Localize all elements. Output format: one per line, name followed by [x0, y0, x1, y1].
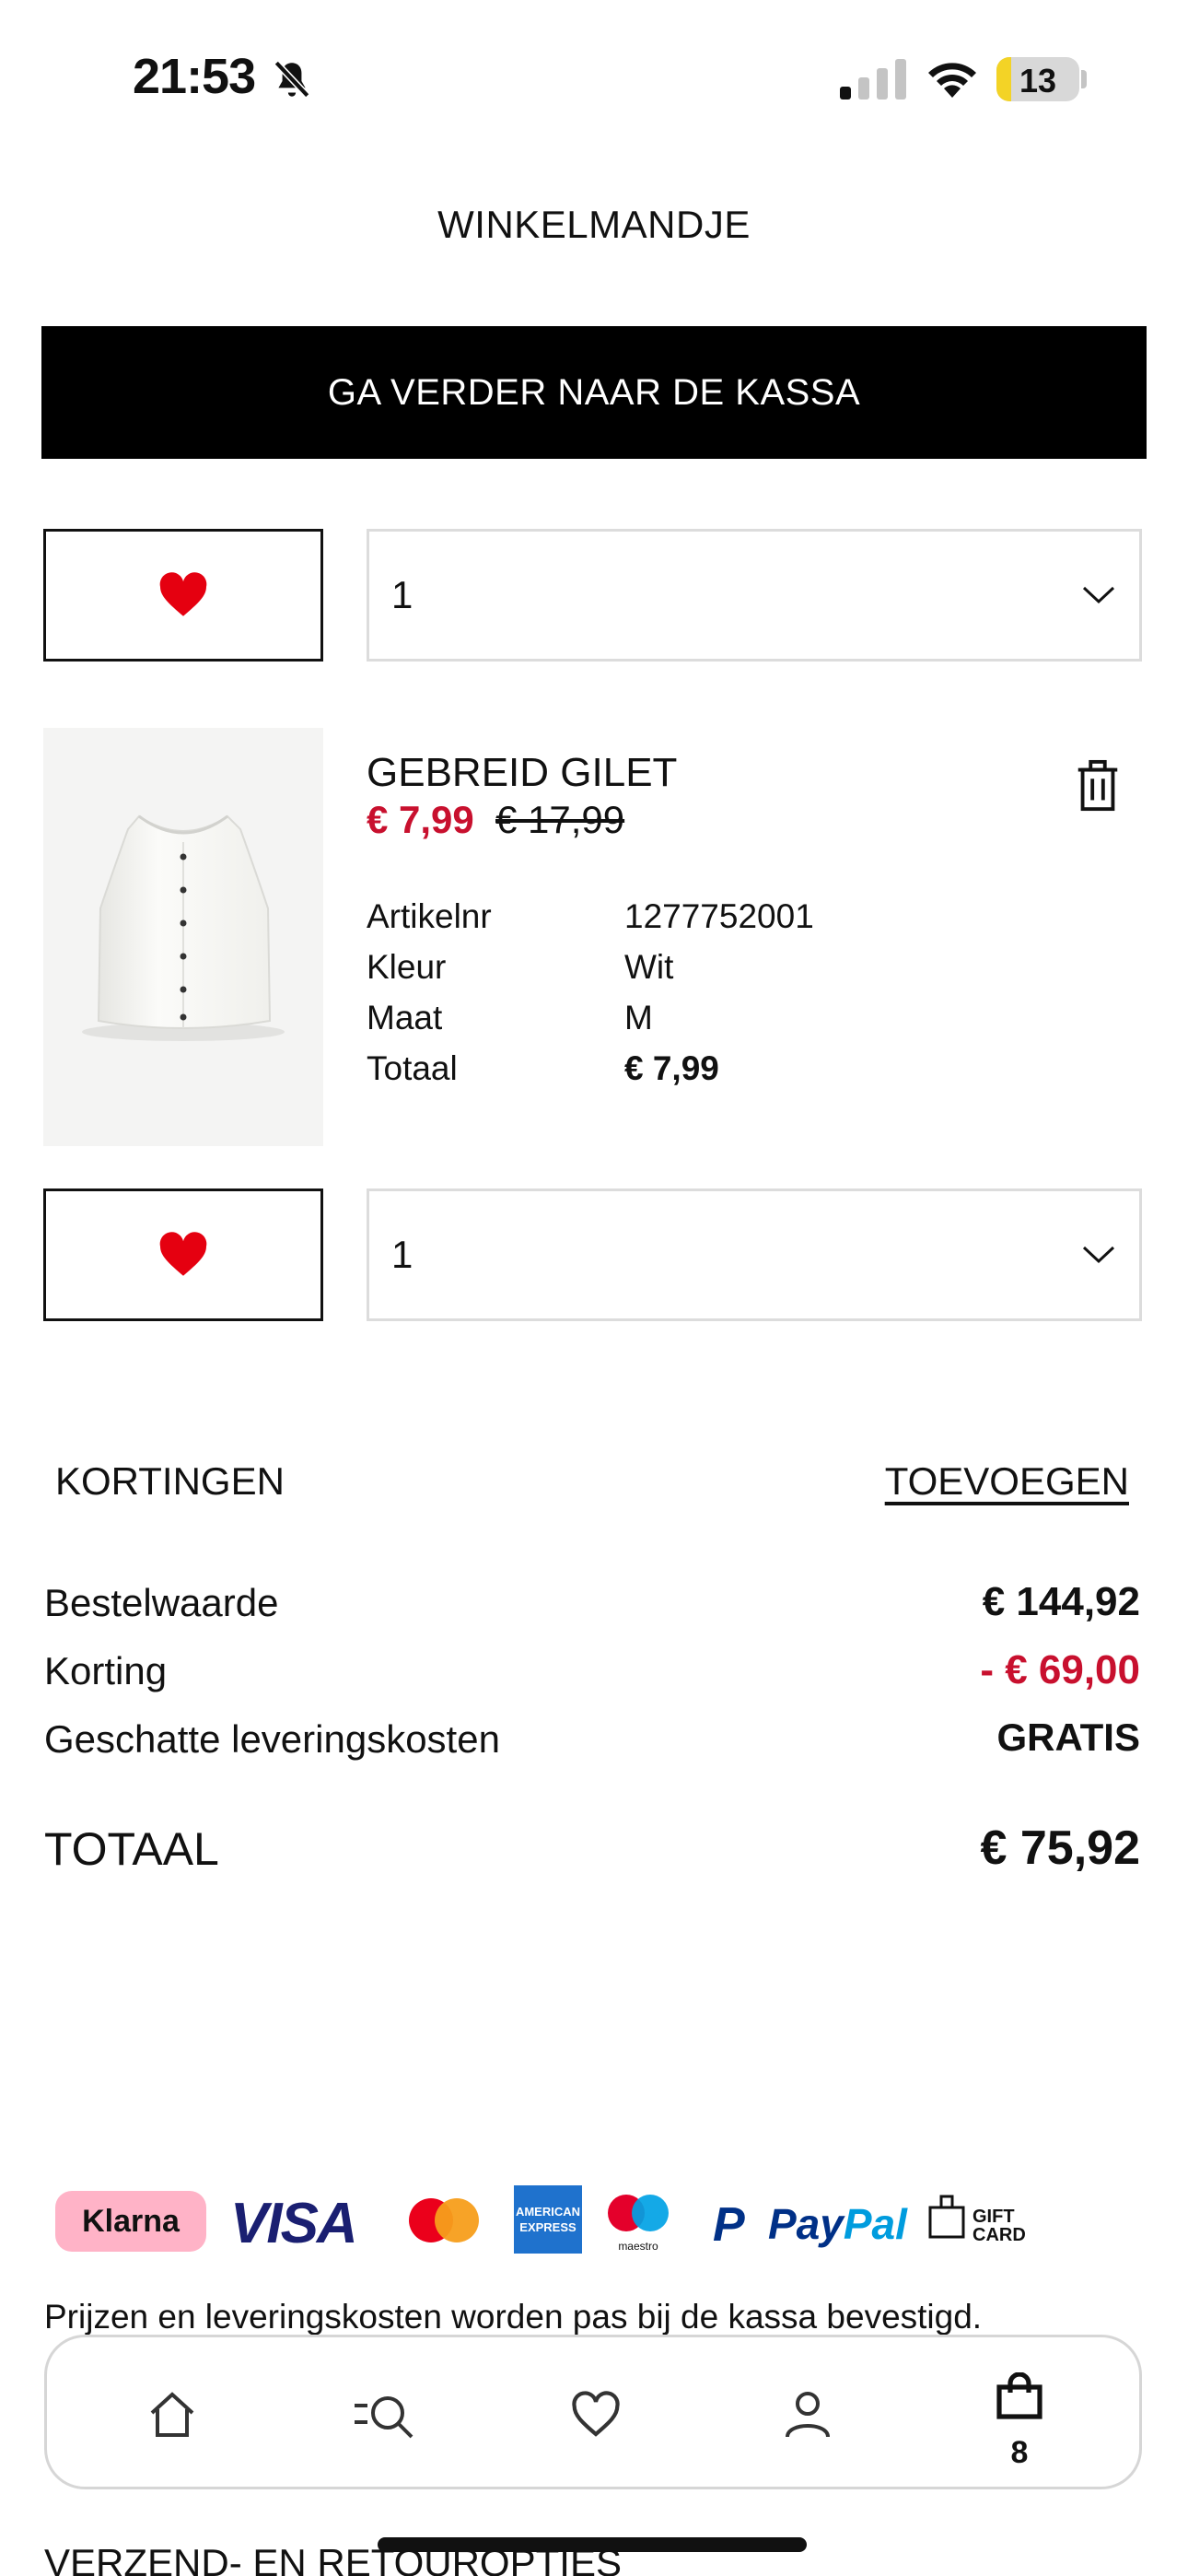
shipping-cost-label: Geschatte leveringskosten — [44, 1717, 500, 1761]
svg-text:VISA: VISA — [230, 2192, 356, 2255]
spec-label: Artikelnr — [367, 897, 492, 935]
product-sale-price: € 7,99 — [367, 798, 474, 841]
chevron-down-icon — [1082, 1246, 1115, 1264]
nav-search[interactable] — [329, 2337, 439, 2492]
status-time: 21:53 — [133, 49, 256, 104]
search-icon — [355, 2396, 413, 2439]
amex-logo: AMERICAN EXPRESS — [514, 2185, 582, 2254]
spec-value: 1277752001 — [624, 897, 814, 935]
user-icon — [786, 2392, 830, 2438]
spec-value: Wit — [624, 948, 674, 986]
chevron-down-icon — [1082, 586, 1115, 604]
product-image[interactable] — [43, 728, 323, 1146]
payment-logos: Klarna VISA AMERICAN EXPRESS maestro P P… — [55, 2185, 1026, 2255]
quantity-value: 1 — [391, 1233, 413, 1276]
nav-favorites[interactable] — [541, 2337, 651, 2492]
cellular-signal-icon — [840, 59, 906, 100]
order-value-label: Bestelwaarde — [44, 1581, 279, 1624]
svg-text:maestro: maestro — [618, 2240, 658, 2253]
heart-icon — [159, 572, 207, 616]
spec-label: Maat — [367, 999, 443, 1036]
heart-icon — [159, 1232, 207, 1276]
spec-label: Totaal — [367, 1049, 458, 1087]
spec-label: Kleur — [367, 948, 447, 986]
battery-percentage: 13 — [1019, 62, 1057, 100]
paypal-logo: P PayPal — [713, 2198, 908, 2252]
quantity-select[interactable]: 1 — [367, 529, 1142, 662]
nav-account[interactable] — [752, 2337, 863, 2492]
total-value: € 75,92 — [980, 1821, 1141, 1875]
discount-label: Korting — [44, 1649, 168, 1692]
svg-text:PayPal: PayPal — [768, 2200, 908, 2248]
visa-logo: VISA — [230, 2192, 358, 2255]
battery-cap — [1081, 70, 1087, 88]
favorite-button[interactable] — [43, 529, 323, 662]
add-discount-link[interactable]: TOEVOEGEN — [885, 1459, 1129, 1504]
total-label: TOTAAL — [44, 1823, 219, 1875]
vest-picture — [82, 814, 285, 1041]
home-indicator[interactable] — [378, 2537, 807, 2552]
wifi-icon — [928, 63, 976, 98]
home-icon — [150, 2392, 194, 2437]
nav-home[interactable] — [117, 2337, 227, 2492]
nav-cart[interactable]: 8 — [964, 2337, 1075, 2492]
svg-text:CARD: CARD — [973, 2225, 1026, 2245]
order-value: € 144,92 — [982, 1579, 1140, 1624]
heart-outline-icon — [572, 2391, 620, 2437]
product-name[interactable]: GEBREID GILET — [367, 750, 677, 796]
spec-value-total: € 7,99 — [624, 1049, 719, 1087]
battery-indicator: 13 — [996, 57, 1079, 101]
svg-text:EXPRESS: EXPRESS — [519, 2220, 577, 2234]
price-notice: Prijzen en leveringskosten worden pas bi… — [44, 2298, 983, 2336]
silent-mode-icon — [274, 60, 310, 99]
discounts-heading: KORTINGEN — [55, 1459, 285, 1503]
quantity-select[interactable]: 1 — [367, 1188, 1142, 1321]
mastercard-icon — [409, 2198, 479, 2242]
trash-icon[interactable] — [1074, 759, 1122, 813]
maestro-logo: maestro — [608, 2195, 669, 2253]
spec-value: M — [624, 999, 653, 1036]
bottom-navigation: 8 — [44, 2335, 1142, 2489]
product-original-price: € 17,99 — [495, 798, 625, 841]
discount-value: - € 69,00 — [980, 1647, 1140, 1692]
quantity-value: 1 — [391, 573, 413, 616]
shopping-bag-icon — [996, 2372, 1042, 2419]
favorite-button[interactable] — [43, 1188, 323, 1321]
shipping-cost-value: GRATIS — [996, 1715, 1140, 1759]
svg-text:Klarna: Klarna — [82, 2204, 181, 2239]
svg-text:AMERICAN: AMERICAN — [516, 2205, 580, 2219]
checkout-button[interactable]: GA VERDER NAAR DE KASSA — [41, 326, 1147, 459]
page-title: WINKELMANDJE — [437, 203, 751, 246]
svg-text:P: P — [713, 2198, 745, 2252]
gift-card-logo: GIFT CARD — [928, 2195, 1026, 2245]
svg-text:GIFT: GIFT — [973, 2207, 1015, 2227]
klarna-logo: Klarna — [55, 2191, 206, 2252]
cart-count-badge: 8 — [1010, 2435, 1029, 2470]
